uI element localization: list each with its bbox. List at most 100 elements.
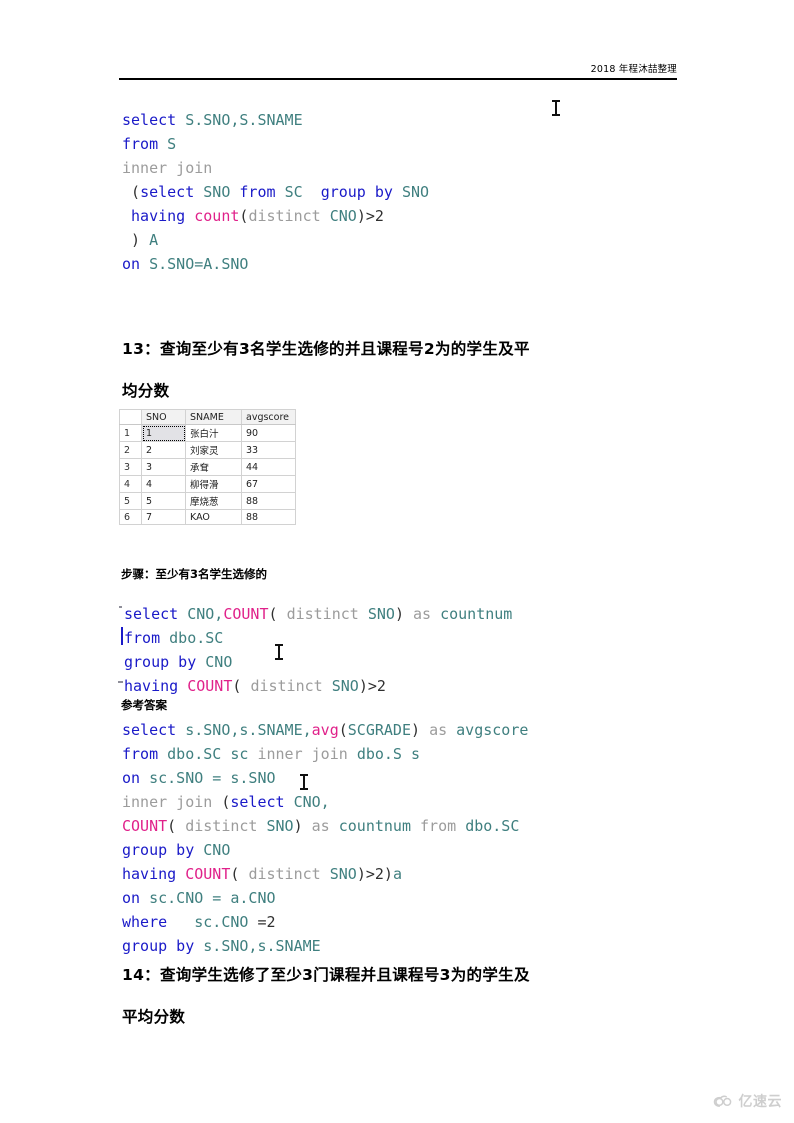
code-token: as bbox=[413, 605, 432, 623]
grid-corner-header[interactable] bbox=[119, 409, 142, 425]
code-line: from dbo.SC bbox=[124, 626, 512, 650]
cell-avgscore[interactable]: 90 bbox=[241, 424, 296, 442]
code-token: distinct bbox=[185, 817, 258, 835]
code-token: from bbox=[420, 817, 457, 835]
section-heading-14: 14：查询学生选修了至少3门课程并且课程号3为的学生及 平均分数 bbox=[122, 954, 682, 1038]
code-token: select bbox=[140, 183, 195, 201]
code-token: a bbox=[392, 865, 402, 883]
code-token: on bbox=[122, 769, 141, 787]
code-token: having bbox=[131, 207, 186, 225]
cell-avgscore[interactable]: 88 bbox=[241, 492, 296, 510]
cell-sname[interactable]: 摩烧葱 bbox=[185, 492, 242, 510]
code-token: SCGRADE bbox=[347, 721, 411, 739]
code-token: dbo.S s bbox=[356, 745, 421, 763]
grid-body[interactable]: 1 1 张白汁 90 2 2 刘家灵 33 3 3 承耷 44 4 4 柳得滑 67 5 5 摩烧葱 88 6 7 KAO 8… bbox=[119, 424, 296, 525]
cell-avgscore[interactable]: 44 bbox=[241, 458, 296, 476]
code-token: group by bbox=[320, 183, 393, 201]
table-row[interactable]: 5 5 摩烧葱 88 bbox=[119, 492, 296, 510]
cell-sno[interactable]: 2 bbox=[141, 441, 186, 459]
cell-sname[interactable]: 承耷 bbox=[185, 458, 242, 476]
row-number[interactable]: 6 bbox=[119, 509, 142, 525]
code-token: CNO, bbox=[187, 605, 224, 623]
heading-14-line-1: 14：查询学生选修了至少3门课程并且课程号3为的学生及 bbox=[122, 966, 530, 984]
code-token: sc.CNO bbox=[194, 913, 249, 931]
cell-sname[interactable]: 柳得滑 bbox=[185, 475, 242, 493]
code-line: on S.SNO=A.SNO bbox=[122, 252, 429, 276]
cell-sno[interactable]: 5 bbox=[141, 492, 186, 510]
cell-sno[interactable]: 3 bbox=[141, 458, 186, 476]
heading-13-line-1: 13：查询至少有3名学生选修的并且课程号2为的学生及平 bbox=[122, 340, 530, 358]
code-token: inner join bbox=[122, 793, 213, 811]
row-number[interactable]: 3 bbox=[119, 458, 142, 476]
table-row[interactable]: 6 7 KAO 88 bbox=[119, 509, 296, 525]
row-number[interactable]: 1 bbox=[119, 424, 142, 442]
code-token: )>2 bbox=[356, 207, 384, 225]
cell-sno[interactable]: 4 bbox=[141, 475, 186, 493]
editor-margin-marker bbox=[119, 606, 122, 608]
code-token: distinct bbox=[248, 207, 321, 225]
column-header-SNAME[interactable]: SNAME bbox=[185, 409, 242, 425]
code-token: SNO bbox=[329, 865, 357, 883]
text-cursor-icon bbox=[552, 100, 560, 116]
code-token: dbo.SC sc bbox=[167, 745, 249, 763]
code-token: countnum bbox=[440, 605, 513, 623]
cell-avgscore[interactable]: 67 bbox=[241, 475, 296, 493]
code-token: s.SNO,s.SNAME bbox=[203, 937, 321, 955]
code-token: ( bbox=[338, 721, 348, 739]
code-token: S.SNO=A.SNO bbox=[149, 255, 249, 273]
code-token: distinct bbox=[248, 865, 321, 883]
code-token: ( bbox=[230, 865, 249, 883]
query-result-grid[interactable]: SNO SNAME avgscore 1 1 张白汁 90 2 2 刘家灵 33 3 3 承耷 44 4 4 柳… bbox=[119, 409, 296, 525]
code-line: having COUNT( distinct SNO)>2 bbox=[124, 674, 512, 698]
code-token: select bbox=[122, 721, 177, 739]
code-line: inner join (select CNO, bbox=[122, 790, 528, 814]
code-line: group by CNO bbox=[124, 650, 512, 674]
code-token: ) bbox=[394, 605, 413, 623]
column-header-avgscore[interactable]: avgscore bbox=[241, 409, 296, 425]
code-token: CNO bbox=[203, 841, 231, 859]
code-token: on bbox=[122, 255, 141, 273]
editor-caret bbox=[121, 627, 123, 645]
cell-sname[interactable]: 刘家灵 bbox=[185, 441, 242, 459]
code-token: A bbox=[149, 231, 159, 249]
code-token: ( bbox=[232, 677, 251, 695]
cell-avgscore[interactable]: 33 bbox=[241, 441, 296, 459]
cell-sno[interactable]: 1 bbox=[141, 424, 186, 442]
cell-sname[interactable]: KAO bbox=[185, 509, 242, 525]
cell-sname[interactable]: 张白汁 bbox=[185, 424, 242, 442]
code-token: inner join bbox=[122, 159, 213, 177]
code-line: on sc.CNO = a.CNO bbox=[122, 886, 528, 910]
column-header-SNO[interactable]: SNO bbox=[141, 409, 186, 425]
row-number[interactable]: 4 bbox=[119, 475, 142, 493]
row-number[interactable]: 5 bbox=[119, 492, 142, 510]
code-token: CNO bbox=[205, 653, 233, 671]
code-token: COUNT bbox=[122, 817, 168, 835]
row-number[interactable]: 2 bbox=[119, 441, 142, 459]
code-line: select CNO,COUNT( distinct SNO) as count… bbox=[124, 602, 512, 626]
cloud-icon bbox=[713, 1095, 731, 1107]
cell-sno[interactable]: 7 bbox=[141, 509, 186, 525]
table-row[interactable]: 1 1 张白汁 90 bbox=[119, 424, 296, 442]
sql-code-block-2: select CNO,COUNT( distinct SNO) as count… bbox=[124, 602, 512, 698]
code-token: avgscore bbox=[456, 721, 529, 739]
code-token: ) bbox=[411, 721, 430, 739]
code-token: sc.SNO = s.SNO bbox=[149, 769, 276, 787]
reference-answer-label: 参考答案 bbox=[121, 698, 167, 712]
code-token: on bbox=[122, 889, 141, 907]
editor-margin-marker bbox=[118, 681, 123, 683]
code-token: select bbox=[230, 793, 285, 811]
code-token: select bbox=[122, 111, 177, 129]
table-row[interactable]: 3 3 承耷 44 bbox=[119, 458, 296, 476]
table-row[interactable]: 2 2 刘家灵 33 bbox=[119, 441, 296, 459]
cell-avgscore[interactable]: 88 bbox=[241, 509, 296, 525]
table-row[interactable]: 4 4 柳得滑 67 bbox=[119, 475, 296, 493]
